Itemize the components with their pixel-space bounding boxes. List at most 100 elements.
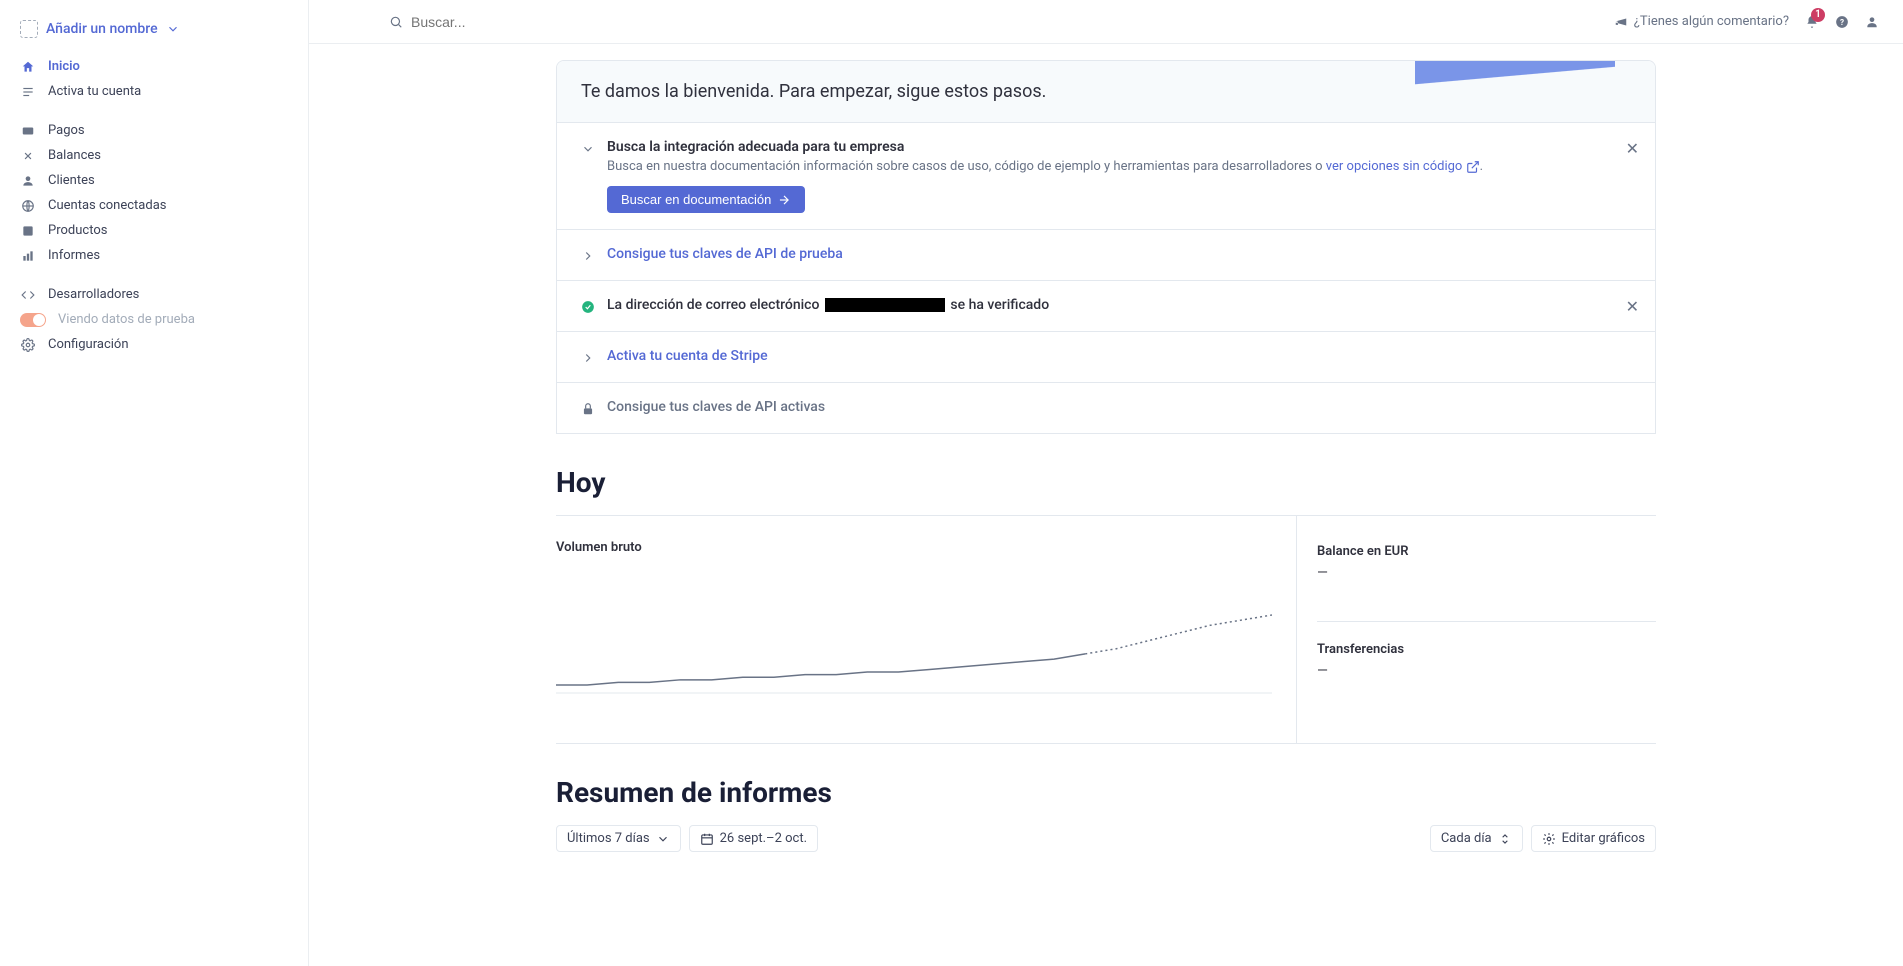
balances-icon: [20, 148, 36, 163]
search-docs-button[interactable]: Buscar en documentación: [607, 186, 805, 213]
chevron-right-icon: [581, 350, 595, 366]
search: [389, 14, 1598, 30]
gross-volume-chart: Volumen bruto: [556, 516, 1296, 743]
nav-label: Informes: [48, 248, 100, 263]
step-title: Consigue tus claves de API de prueba: [607, 246, 1631, 262]
feedback-link[interactable]: ¿Tienes algún comentario?: [1614, 14, 1789, 29]
nav-item-balances[interactable]: Balances: [8, 143, 300, 168]
feedback-text: ¿Tienes algún comentario?: [1634, 14, 1789, 29]
reports-heading: Resumen de informes: [556, 776, 1656, 809]
account-switcher[interactable]: Añadir un nombre: [0, 16, 308, 54]
step-email-verified: La dirección de correo electrónico se ha…: [557, 281, 1655, 332]
nav-label: Activa tu cuenta: [48, 84, 141, 99]
test-mode-label: Viendo datos de prueba: [58, 312, 195, 327]
step-title: Consigue tus claves de API activas: [607, 399, 1631, 415]
account-name: Añadir un nombre: [46, 21, 158, 37]
home-icon: [20, 59, 36, 74]
external-link-icon: [1466, 160, 1480, 174]
search-input[interactable]: [411, 14, 1598, 30]
edit-charts-button[interactable]: Editar gráficos: [1531, 825, 1656, 852]
chevron-updown-icon: [1498, 832, 1512, 846]
notification-badge: 1: [1811, 8, 1825, 22]
help-icon: ?: [1835, 15, 1849, 29]
test-mode-toggle[interactable]: Viendo datos de prueba: [8, 307, 300, 332]
reports-toolbar: Últimos 7 días 26 sept.–2 oct. Cada día: [556, 825, 1656, 852]
stat-label: Balance en EUR: [1317, 544, 1656, 559]
chevron-down-icon[interactable]: [581, 141, 595, 157]
main: ¿Tienes algún comentario? 1 ? Te damo: [309, 0, 1903, 966]
step-activate-account[interactable]: Activa tu cuenta de Stripe: [557, 332, 1655, 383]
step-title: Busca la integración adecuada para tu em…: [607, 139, 1631, 155]
profile-button[interactable]: [1865, 14, 1879, 30]
nav-label: Balances: [48, 148, 101, 163]
calendar-icon: [700, 832, 714, 846]
chevron-down-icon: [656, 832, 670, 846]
redacted-email: [825, 298, 945, 312]
nav-item-developers[interactable]: Desarrolladores: [8, 282, 300, 307]
stat-value: —: [1317, 663, 1656, 679]
nav-item-connect[interactable]: Cuentas conectadas: [8, 193, 300, 218]
customers-icon: [20, 173, 36, 188]
step-api-test[interactable]: Consigue tus claves de API de prueba: [557, 230, 1655, 281]
granularity-selector[interactable]: Cada día: [1430, 825, 1523, 852]
topbar: ¿Tienes algún comentario? 1 ?: [309, 0, 1903, 44]
gear-icon: [1542, 832, 1556, 846]
close-step-button[interactable]: ✕: [1626, 139, 1639, 158]
step-title: La dirección de correo electrónico se ha…: [607, 297, 1631, 313]
svg-text:?: ?: [1840, 17, 1844, 27]
today-heading: Hoy: [556, 466, 1656, 499]
step-description: Busca en nuestra documentación informaci…: [607, 159, 1631, 174]
nav-item-home[interactable]: Inicio: [8, 54, 300, 79]
globe-icon: [20, 198, 36, 213]
check-circle-icon: [581, 299, 595, 315]
no-code-link[interactable]: ver opciones sin código: [1326, 159, 1480, 174]
nav-label: Clientes: [48, 173, 95, 188]
chart-title: Volumen bruto: [556, 540, 1272, 555]
nav-item-products[interactable]: Productos: [8, 218, 300, 243]
onboarding-steps: Busca la integración adecuada para tu em…: [557, 122, 1655, 433]
close-step-button[interactable]: ✕: [1626, 297, 1639, 316]
step-api-live: Consigue tus claves de API activas: [557, 383, 1655, 433]
products-icon: [20, 223, 36, 238]
lock-icon: [581, 401, 595, 417]
stat-value: —: [1317, 565, 1656, 581]
code-icon: [20, 287, 36, 302]
nav: Inicio Activa tu cuenta Pagos Balances: [0, 54, 308, 357]
help-button[interactable]: ?: [1835, 14, 1849, 30]
side-stats: Balance en EUR — Transferencias —: [1296, 516, 1656, 743]
gear-icon: [20, 337, 36, 352]
welcome-title: Te damos la bienvenida. Para empezar, si…: [581, 81, 1046, 102]
arrow-right-icon: [777, 193, 791, 207]
topbar-right: ¿Tienes algún comentario? 1 ?: [1614, 14, 1879, 30]
notifications-button[interactable]: 1: [1805, 14, 1819, 30]
nav-item-reports[interactable]: Informes: [8, 243, 300, 268]
stat-label: Transferencias: [1317, 642, 1656, 657]
account-icon-placeholder: [20, 20, 38, 38]
date-range-selector[interactable]: 26 sept.–2 oct.: [689, 825, 818, 852]
user-icon: [1865, 15, 1879, 29]
stat-balance: Balance en EUR —: [1317, 540, 1656, 621]
toggle-switch-icon: [20, 313, 46, 327]
reports-icon: [20, 248, 36, 263]
period-selector[interactable]: Últimos 7 días: [556, 825, 681, 852]
nav-label: Pagos: [48, 123, 85, 138]
welcome-header: Te damos la bienvenida. Para empezar, si…: [557, 61, 1655, 122]
nav-label: Productos: [48, 223, 107, 238]
nav-label: Cuentas conectadas: [48, 198, 167, 213]
nav-item-activate[interactable]: Activa tu cuenta: [8, 79, 300, 104]
line-chart-svg: [556, 595, 1272, 695]
payments-icon: [20, 123, 36, 138]
content: Te damos la bienvenida. Para empezar, si…: [309, 44, 1903, 966]
sidebar: Añadir un nombre Inicio Activa tu cuenta: [0, 0, 309, 966]
nav-item-payments[interactable]: Pagos: [8, 118, 300, 143]
nav-item-customers[interactable]: Clientes: [8, 168, 300, 193]
step-integration: Busca la integración adecuada para tu em…: [557, 123, 1655, 230]
nav-item-settings[interactable]: Configuración: [8, 332, 300, 357]
search-icon: [389, 15, 403, 29]
step-title: Activa tu cuenta de Stripe: [607, 348, 1631, 364]
nav-label: Inicio: [48, 59, 80, 74]
settings-label: Configuración: [48, 337, 129, 352]
welcome-card: Te damos la bienvenida. Para empezar, si…: [556, 60, 1656, 434]
checklist-icon: [20, 84, 36, 99]
chevron-down-icon: [166, 22, 180, 36]
